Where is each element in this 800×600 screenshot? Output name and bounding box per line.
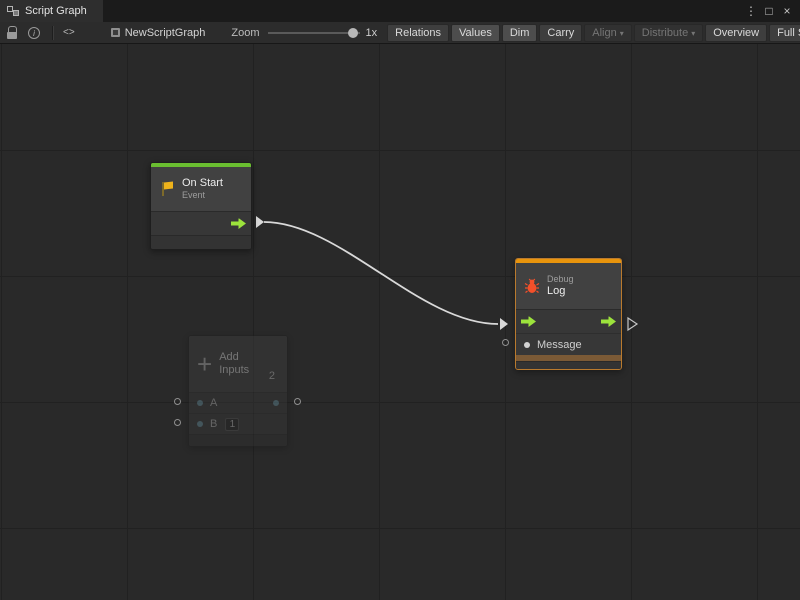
sum-output-port[interactable] — [273, 400, 279, 406]
graph-name-label: NewScriptGraph — [125, 27, 206, 39]
trigger-output-port[interactable] — [601, 316, 616, 327]
toolbar-buttons: Relations Values Dim Carry Align ▾ Distr… — [385, 24, 800, 42]
graph-asset-button[interactable]: NewScriptGraph — [111, 27, 206, 39]
carry-button[interactable]: Carry — [539, 24, 582, 42]
node-on-start[interactable]: On Start Event — [150, 162, 252, 250]
tab-script-graph[interactable]: Script Graph — [0, 0, 103, 22]
wire-layer — [0, 44, 800, 600]
port-ring[interactable] — [502, 339, 509, 346]
zoom-slider-track[interactable] — [268, 32, 360, 34]
port-ring[interactable] — [174, 398, 181, 405]
node-title: Log — [547, 285, 574, 298]
wire-end-arrow-icon — [500, 318, 508, 330]
zoom-label: Zoom — [231, 27, 259, 39]
message-row: Message — [516, 333, 621, 355]
align-label: Align — [592, 27, 616, 39]
node-subtitle: Event — [182, 190, 223, 201]
distribute-button[interactable]: Distribute ▾ — [634, 24, 703, 42]
titlebar-spacer — [103, 0, 743, 22]
code-icon[interactable]: <> — [63, 27, 75, 38]
script-graph-icon — [7, 5, 19, 17]
distribute-label: Distribute — [642, 27, 688, 39]
script-graph-asset-icon — [111, 28, 120, 37]
zoom-value: 1x — [366, 27, 378, 39]
node-title: On Start — [182, 177, 223, 190]
window-controls: ⋮ □ × — [743, 0, 800, 22]
info-icon[interactable]: i — [28, 27, 40, 39]
toolbar-divider — [52, 26, 53, 40]
overview-button[interactable]: Overview — [705, 24, 767, 42]
debug-log-header[interactable]: Debug Log — [516, 263, 621, 309]
input-row-b: B 1 — [189, 413, 287, 434]
node-debug-log[interactable]: Debug Log Message — [515, 258, 622, 370]
bug-icon — [524, 278, 540, 294]
relations-button[interactable]: Relations — [387, 24, 449, 42]
lock-icon[interactable] — [6, 26, 18, 39]
node-title-line1: Add — [219, 351, 249, 364]
node-add-inputs[interactable]: + Add Inputs 2 A B 1 — [188, 335, 288, 447]
input-count: 2 — [269, 370, 275, 382]
output-carry-triangle-icon[interactable] — [628, 318, 637, 330]
plus-icon: + — [197, 353, 212, 375]
debug-trigger-row — [516, 309, 621, 333]
flag-icon — [159, 181, 175, 197]
align-button[interactable]: Align ▾ — [584, 24, 631, 42]
node-group-label: Debug — [547, 274, 574, 285]
wire-onstart-to-log[interactable] — [256, 216, 508, 330]
values-button[interactable]: Values — [451, 24, 500, 42]
tab-label: Script Graph — [25, 5, 87, 17]
port-ring[interactable] — [174, 419, 181, 426]
node-title-line2: Inputs — [219, 364, 249, 377]
message-value-port[interactable] — [524, 342, 530, 348]
maximize-icon[interactable]: □ — [761, 4, 777, 18]
fullscreen-button[interactable]: Full S — [769, 24, 800, 42]
graph-toolbar: i <> NewScriptGraph Zoom 1x Relations Va… — [0, 22, 800, 44]
node-footer — [189, 434, 287, 447]
on-start-header[interactable]: On Start Event — [151, 167, 251, 211]
chevron-down-icon: ▾ — [691, 29, 695, 38]
trigger-input-port[interactable] — [521, 316, 536, 327]
titlebar: Script Graph ⋮ □ × — [0, 0, 800, 22]
port-b-label: B — [210, 418, 217, 430]
port-ring[interactable] — [294, 398, 301, 405]
close-icon[interactable]: × — [779, 4, 795, 18]
more-options-icon[interactable]: ⋮ — [743, 4, 759, 18]
zoom-slider-handle[interactable] — [348, 28, 358, 38]
graph-canvas[interactable]: On Start Event — [0, 44, 800, 600]
zoom-control: Zoom 1x — [231, 27, 385, 39]
port-a-input[interactable] — [197, 400, 203, 406]
trigger-output-port[interactable] — [231, 218, 246, 229]
add-inputs-header[interactable]: + Add Inputs 2 — [189, 336, 287, 392]
input-row-a: A — [189, 392, 287, 413]
node-footer — [516, 361, 621, 370]
chevron-down-icon: ▾ — [620, 29, 624, 38]
dim-button[interactable]: Dim — [502, 24, 538, 42]
port-a-label: A — [210, 397, 217, 409]
message-port-label: Message — [537, 339, 582, 351]
port-b-input[interactable] — [197, 421, 203, 427]
wire-start-arrow-icon — [256, 216, 264, 228]
node-footer — [151, 235, 251, 250]
on-start-port-row — [151, 211, 251, 235]
port-b-value-field[interactable]: 1 — [225, 418, 239, 431]
zoom-slider[interactable] — [268, 27, 360, 39]
